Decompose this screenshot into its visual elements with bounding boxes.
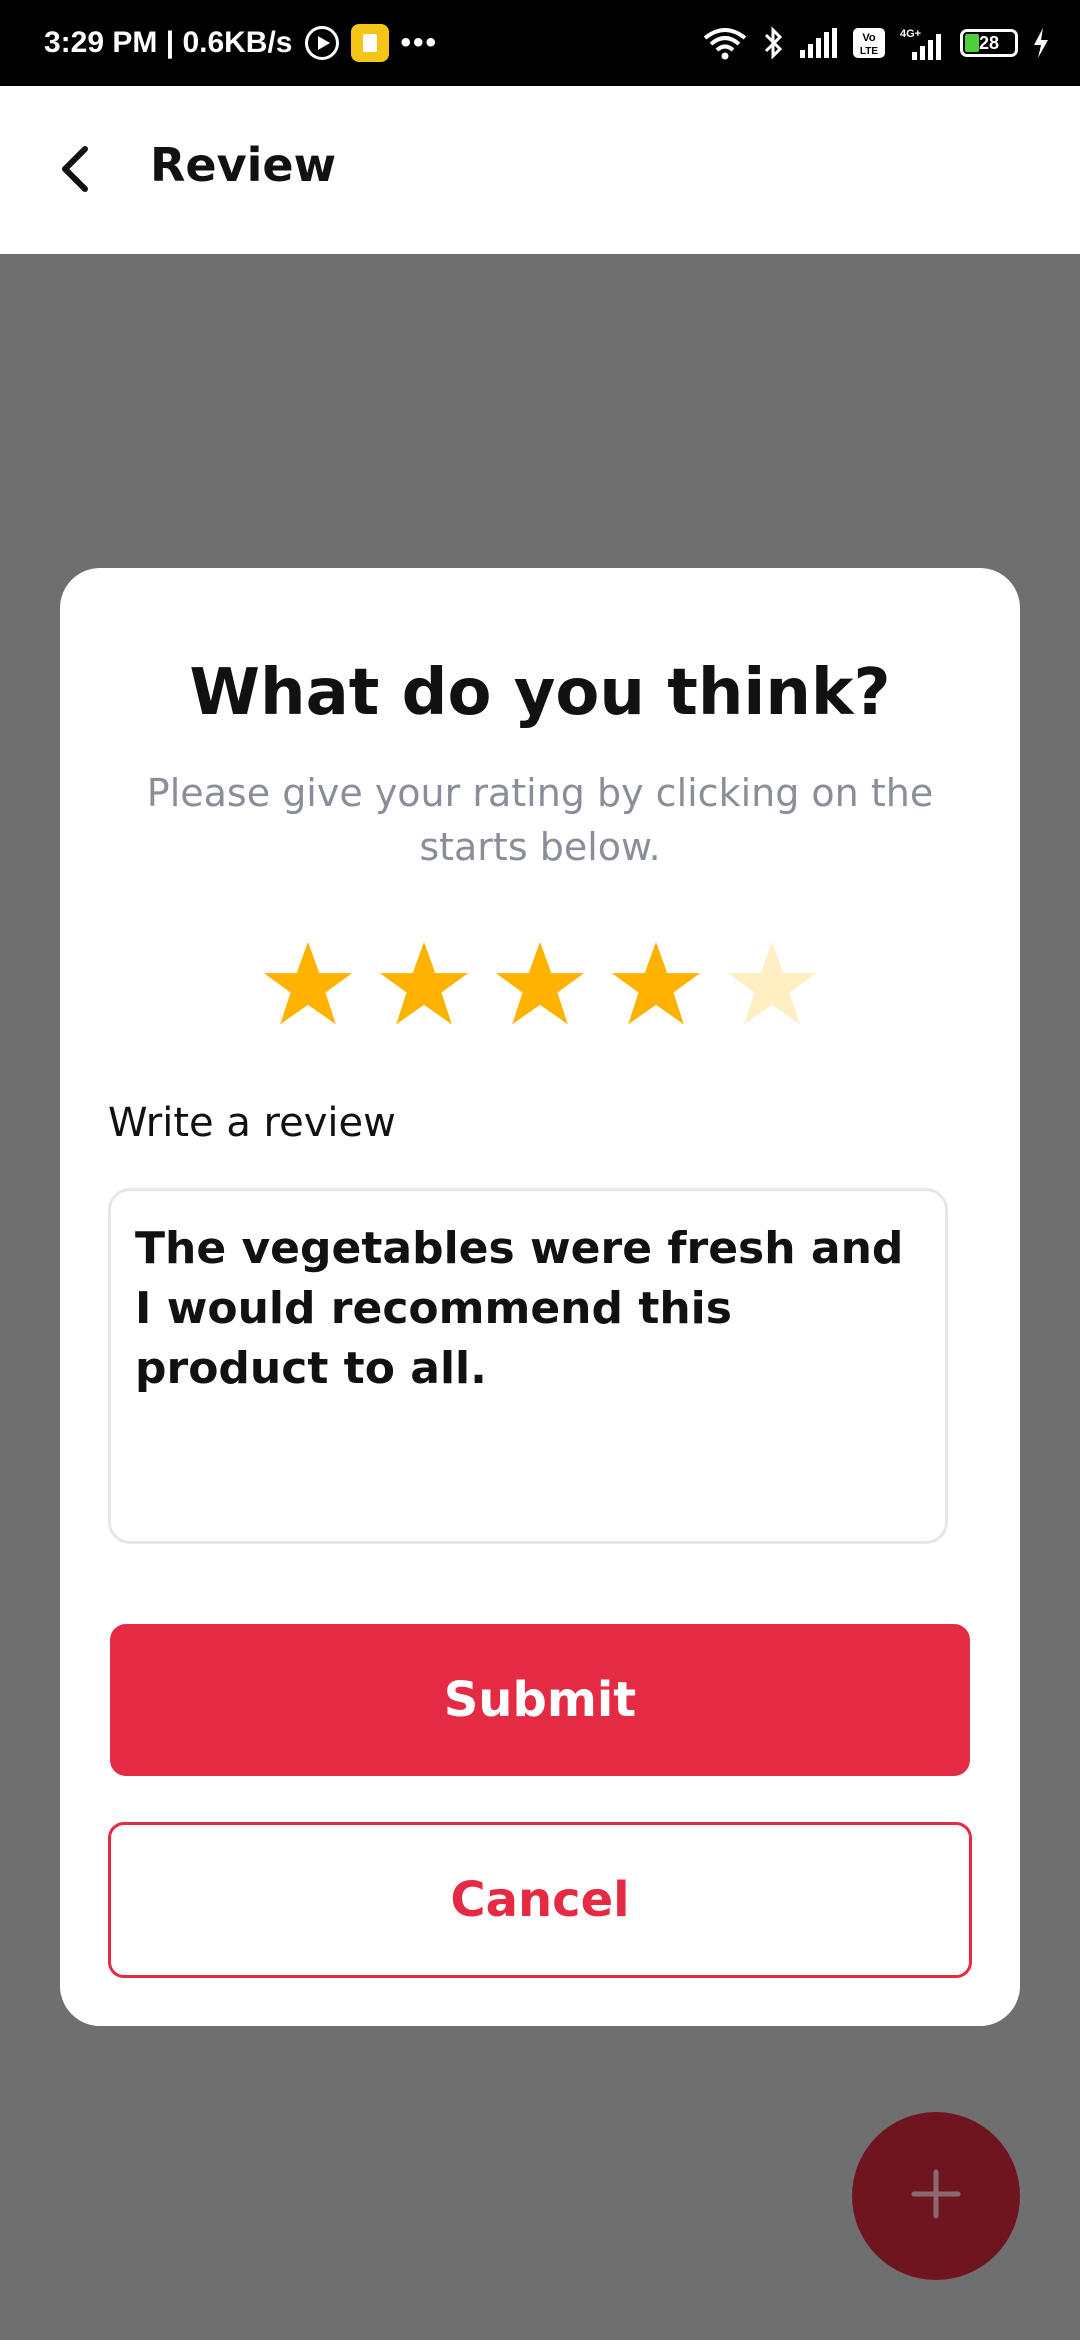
status-bar: 3:29 PM | 0.6KB/s ••• Vo LTE 4G+ 28	[0, 0, 1080, 86]
charging-icon	[1032, 28, 1050, 58]
back-button[interactable]	[40, 136, 110, 206]
status-left: 3:29 PM | 0.6KB/s •••	[44, 0, 438, 86]
svg-text:LTE: LTE	[860, 46, 878, 57]
bluetooth-icon	[762, 26, 784, 60]
cancel-button[interactable]: Cancel	[108, 1822, 972, 1978]
4g-signal-icon: 4G+	[900, 26, 946, 60]
star-2-icon[interactable]	[376, 938, 472, 1034]
rating-dialog: What do you think? Please give your rati…	[60, 568, 1020, 2026]
svg-text:4G+: 4G+	[900, 28, 921, 40]
star-4-icon[interactable]	[608, 938, 704, 1034]
back-arrow-icon	[55, 143, 95, 199]
review-textarea[interactable]: The vegetables were fresh and I would re…	[108, 1188, 948, 1544]
star-3-icon[interactable]	[492, 938, 588, 1034]
page-title: Review	[150, 138, 337, 192]
battery-icon: 28	[960, 29, 1018, 57]
dialog-title: What do you think?	[189, 656, 891, 730]
more-notifications-icon: •••	[400, 26, 439, 59]
battery-level: 28	[978, 32, 1000, 53]
volte-icon: Vo LTE	[852, 27, 886, 59]
status-time-speed: 3:29 PM | 0.6KB/s	[44, 26, 293, 59]
review-label: Write a review	[108, 1100, 396, 1146]
status-right: Vo LTE 4G+ 28	[702, 0, 1050, 86]
play-icon	[304, 26, 339, 60]
signal-icon	[798, 28, 838, 58]
submit-button[interactable]: Submit	[110, 1624, 970, 1776]
star-1-icon[interactable]	[260, 938, 356, 1034]
app-bar: Review	[0, 86, 1080, 254]
app-notification-icon	[350, 24, 389, 62]
wifi-icon	[702, 26, 748, 60]
star-5-icon[interactable]	[724, 938, 820, 1034]
svg-text:Vo: Vo	[862, 32, 876, 44]
battery-fill	[965, 34, 979, 52]
plus-icon	[908, 2166, 964, 2226]
add-fab-button[interactable]	[852, 2112, 1020, 2280]
dialog-subtitle: Please give your rating by clicking on t…	[146, 771, 934, 869]
star-rating	[260, 938, 820, 1038]
